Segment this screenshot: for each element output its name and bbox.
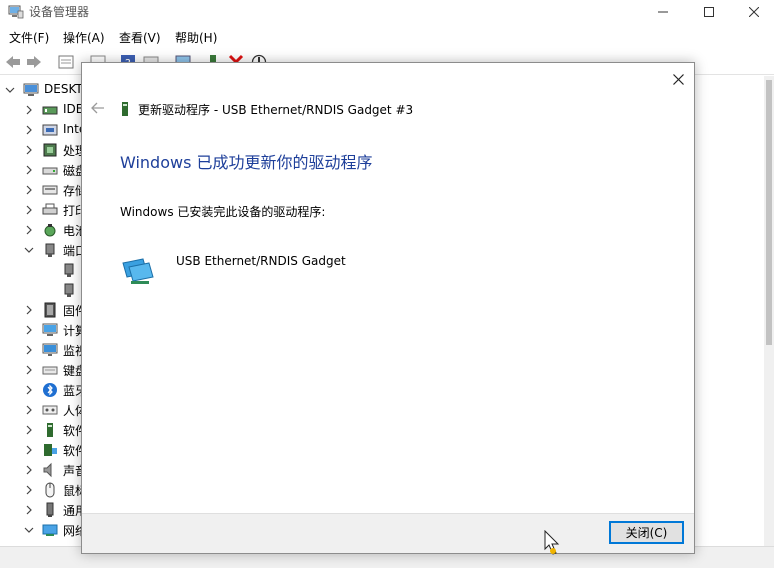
menu-view[interactable]: 查看(V) [119,29,161,46]
tree-category-item[interactable]: 人体 [0,400,90,420]
port-device-icon [64,263,74,277]
chevron-right-icon[interactable] [24,444,34,456]
storage-controller-icon [42,185,58,195]
chevron-right-icon[interactable] [24,424,34,436]
computer-icon [42,323,58,336]
chevron-right-icon[interactable] [24,104,34,116]
tree-category-item[interactable]: Inte [0,120,90,140]
chevron-down-icon[interactable] [24,244,34,256]
intel-device-icon [42,124,58,136]
battery-icon [44,224,56,237]
printer-icon [42,203,58,215]
port-device-icon [64,283,74,297]
software-device-icon [44,444,57,456]
chevron-right-icon[interactable] [24,144,34,156]
chevron-right-icon[interactable] [24,464,34,476]
minimize-icon [658,11,668,13]
tree-category-item[interactable]: 计算 [0,320,90,340]
chevron-right-icon[interactable] [24,404,34,416]
network-adapter-icon [122,258,154,284]
tree-root[interactable]: DESKT [0,80,90,100]
chevron-down-icon[interactable] [5,84,15,96]
ide-controller-icon [42,106,58,115]
tree-child-item[interactable] [0,260,90,280]
tree-category-item[interactable]: 蓝牙 [0,380,90,400]
dialog-title: 更新驱动程序 - USB Ethernet/RNDIS Gadget #3 [138,103,414,117]
human-interface-icon [42,405,58,415]
tree-category-item[interactable]: 固件 [0,300,90,320]
chevron-right-icon[interactable] [24,224,34,236]
success-heading: Windows 已成功更新你的驱动程序 [120,153,373,172]
maximize-button[interactable] [686,0,732,24]
chevron-right-icon[interactable] [24,184,34,196]
window-close-button[interactable] [731,0,774,24]
device-driver-icon [122,102,128,116]
dialog-close-x-button[interactable] [667,68,689,90]
tree-category-item[interactable]: 端口 [0,240,90,260]
mouse-cursor-icon [544,530,560,555]
chevron-right-icon[interactable] [24,484,34,496]
menu-file[interactable]: 文件(F) [9,29,49,46]
device-name: USB Ethernet/RNDIS Gadget [176,254,346,268]
firmware-icon [44,302,56,318]
tree-category-item[interactable]: 鼠标 [0,480,90,500]
usb-controller-icon [46,502,54,517]
tree-category-item[interactable]: 磁盘 [0,160,90,180]
software-component-icon [47,423,53,437]
computer-icon [23,83,39,96]
install-description: Windows 已安装完此设备的驱动程序: [120,205,326,219]
forward-arrow-icon[interactable] [26,54,42,70]
tree-category-item[interactable]: 软件 [0,420,90,440]
menu-help[interactable]: 帮助(H) [175,29,217,46]
close-icon [672,73,684,85]
chevron-right-icon[interactable] [24,504,34,516]
chevron-right-icon[interactable] [24,164,34,176]
chevron-down-icon[interactable] [24,524,34,536]
tree-category-item[interactable]: IDE [0,100,90,120]
window-title: 设备管理器 [29,5,90,19]
tree-category-item[interactable]: 处理 [0,140,90,160]
tree-category-item[interactable]: 存储 [0,180,90,200]
close-button[interactable]: 关闭(C) [609,521,684,544]
title-bar: 设备管理器 [0,0,774,24]
update-driver-dialog: 更新驱动程序 - USB Ethernet/RNDIS Gadget #3 Wi… [81,62,695,554]
back-arrow-icon[interactable] [5,54,21,70]
sound-icon [43,462,52,478]
chevron-right-icon[interactable] [24,204,34,216]
chevron-right-icon[interactable] [24,324,34,336]
disk-drive-icon [42,167,58,175]
close-icon [749,7,759,17]
maximize-icon [704,7,714,17]
tree-category-item[interactable]: 打印 [0,200,90,220]
keyboard-icon [42,366,58,375]
chevron-right-icon[interactable] [24,384,34,396]
processor-icon [43,143,57,157]
chevron-right-icon[interactable] [24,364,34,376]
dialog-footer [82,513,694,553]
tree-category-item[interactable]: 声音 [0,460,90,480]
tree-category-item[interactable]: 通用 [0,500,90,520]
monitor-icon [42,343,58,356]
tree-category-item[interactable]: 电池 [0,220,90,240]
back-arrow-icon[interactable] [90,100,106,116]
menu-bar: 文件(F) 操作(A) 查看(V) 帮助(H) [0,27,774,49]
scrollbar-thumb[interactable] [766,80,772,345]
bluetooth-icon [43,383,57,397]
minimize-button[interactable] [640,0,686,24]
chevron-right-icon[interactable] [24,304,34,316]
port-icon [45,243,55,257]
tree-child-item[interactable] [0,280,90,300]
chevron-right-icon[interactable] [24,344,34,356]
network-adapter-icon [42,524,58,536]
device-manager-icon [8,5,24,19]
tree-category-item[interactable]: 键盘 [0,360,90,380]
menu-action[interactable]: 操作(A) [63,29,105,46]
tree-category-item[interactable]: 软件 [0,440,90,460]
tree-category-item[interactable]: 监视 [0,340,90,360]
tree-category-item[interactable]: 网络 [0,520,90,540]
mouse-icon [45,482,55,498]
tree-root-label: DESKT [44,82,83,96]
properties-icon[interactable] [58,54,74,70]
chevron-right-icon[interactable] [24,124,34,136]
